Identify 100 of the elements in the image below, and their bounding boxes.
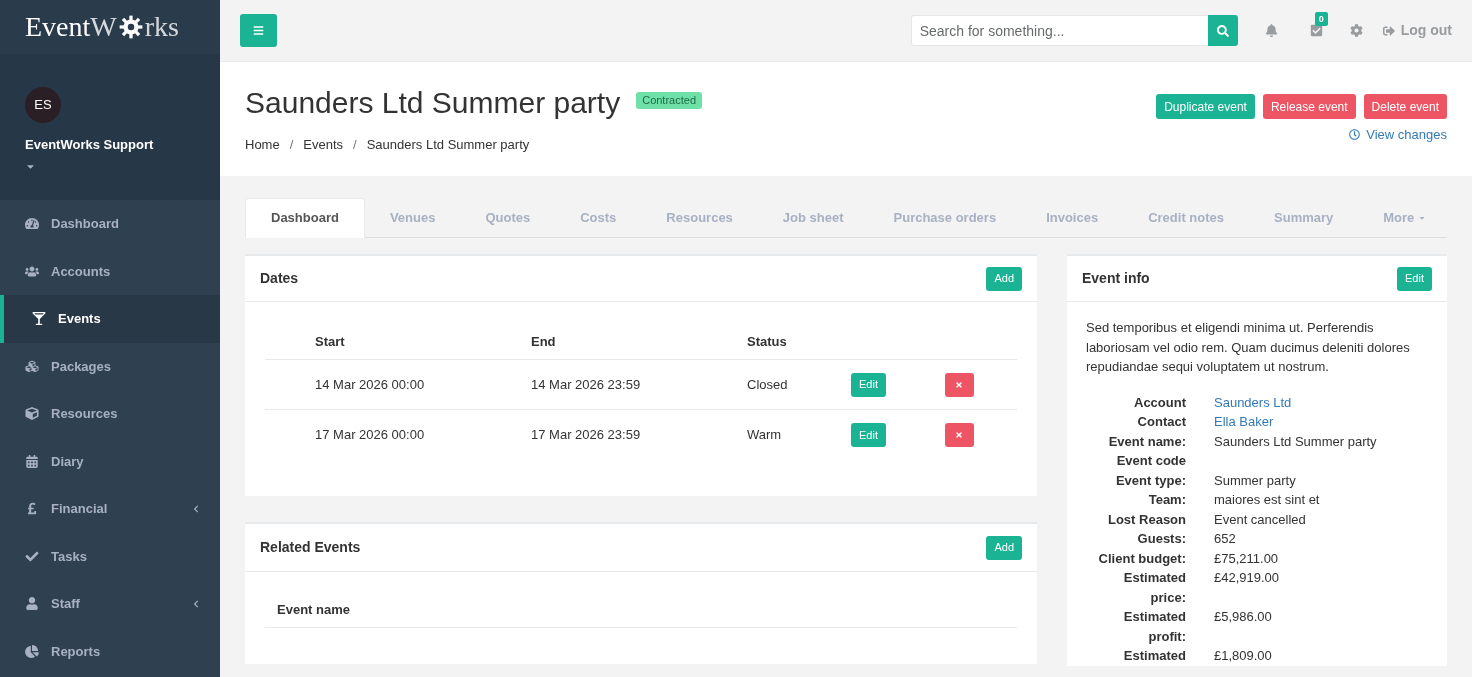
cube-icon xyxy=(25,407,39,421)
table-cell-text: 17 Mar 2026 00:00 xyxy=(315,426,426,445)
sidebar-item[interactable]: Diary xyxy=(0,437,220,485)
field-value: £75,211.00 xyxy=(1214,549,1280,568)
field-label: Event name: xyxy=(1107,432,1186,451)
status-badge: Contracted xyxy=(636,92,702,109)
panel-title: Event info xyxy=(1082,269,1150,288)
logo: EventW rks xyxy=(25,10,179,44)
tasks-icon[interactable] xyxy=(1309,24,1323,37)
tab[interactable]: Dashboard xyxy=(245,198,365,238)
user-icon xyxy=(25,597,39,611)
bell-icon[interactable] xyxy=(1264,24,1278,37)
table-cell-text: 14 Mar 2026 23:59 xyxy=(531,375,642,394)
field-label: Lost Reason xyxy=(1107,510,1186,529)
tasks-count-badge: 0 xyxy=(1314,12,1328,26)
settings-icon[interactable] xyxy=(1349,24,1363,37)
tab[interactable]: Summary xyxy=(1249,198,1359,237)
field-value: £5,986.00 xyxy=(1214,608,1273,626)
sidebar-item[interactable]: Reports xyxy=(0,627,220,675)
tab[interactable]: Resources xyxy=(641,198,758,237)
panel-title: Dates xyxy=(260,269,299,288)
delete-button[interactable] xyxy=(944,423,974,447)
user-name[interactable]: EventWorks Support xyxy=(25,135,220,155)
page-title: Saunders Ltd Summer party xyxy=(245,85,621,121)
tab[interactable]: Venues xyxy=(364,198,461,237)
tab[interactable]: Job sheet xyxy=(757,198,869,237)
add-button[interactable]: Add xyxy=(986,266,1022,291)
clock-icon xyxy=(1349,129,1361,141)
field-label: Contact xyxy=(1136,413,1186,431)
edit-button[interactable]: Edit xyxy=(851,423,886,447)
sidebar-item[interactable]: Packages xyxy=(0,342,220,390)
tab[interactable]: Costs xyxy=(555,198,642,237)
users-icon xyxy=(25,264,39,278)
sidebar-item[interactable]: Accounts xyxy=(0,247,220,295)
close-icon xyxy=(955,431,964,439)
pound-icon xyxy=(25,502,39,516)
field-label: Estimated xyxy=(1122,647,1186,665)
sidebar-item[interactable]: Financial xyxy=(0,485,220,533)
menu-icon xyxy=(253,25,264,36)
edit-button[interactable]: Edit xyxy=(1397,266,1432,291)
tab[interactable]: Quotes xyxy=(460,198,556,237)
column-header: End xyxy=(531,332,557,351)
chevron-icon xyxy=(192,599,200,608)
field-label: Team: xyxy=(1147,491,1186,509)
event-description: Sed temporibus et eligendi minima ut. Perferendis laboriosam vel odio rem. Quam ducimus deleniti dolores repudiandae sequi voluptatem ut nostrum. xyxy=(1086,319,1411,376)
edit-button[interactable]: Edit xyxy=(851,372,886,397)
logout-link[interactable]: Log out xyxy=(1382,20,1452,41)
view-changes-link[interactable]: View changes xyxy=(1349,125,1447,145)
action-button[interactable]: Delete event xyxy=(1363,94,1447,119)
calendar-icon xyxy=(25,454,39,468)
sidebar-item[interactable]: Events xyxy=(0,295,220,343)
field-label: Account xyxy=(1133,393,1186,412)
logout-icon xyxy=(1382,24,1395,37)
table-cell-text: Closed xyxy=(747,375,789,394)
sidebar-item[interactable]: Dashboard xyxy=(0,200,220,248)
breadcrumb-item[interactable]: Events xyxy=(303,135,344,155)
close-icon xyxy=(955,380,964,389)
delete-button[interactable] xyxy=(944,372,974,397)
field-value: maiores est sint et xyxy=(1214,491,1321,509)
gear-icon xyxy=(117,14,144,40)
field-label: Client budget: xyxy=(1097,549,1186,568)
breadcrumb-item: Saunders Ltd Summer party xyxy=(366,136,530,154)
add-button[interactable]: Add xyxy=(986,535,1022,560)
breadcrumb-item[interactable]: Home xyxy=(245,135,280,155)
sidebar-item[interactable]: Tasks xyxy=(0,532,220,580)
field-value: Saunders Ltd Summer party xyxy=(1214,432,1378,451)
field-value: £1,809.00 xyxy=(1214,647,1273,665)
field-label: Guests: xyxy=(1136,530,1186,548)
menu-button[interactable] xyxy=(240,14,277,47)
avatar: ES xyxy=(25,87,61,123)
tab[interactable]: Credit notes xyxy=(1123,198,1249,237)
tab[interactable]: Purchase orders xyxy=(868,198,1022,237)
table-cell-text: Warm xyxy=(747,426,783,445)
field-label: Estimated profit: xyxy=(1122,608,1186,646)
field-value: £42,919.00 xyxy=(1214,569,1281,587)
sidebar-item[interactable]: Resources xyxy=(0,390,220,438)
chevron-icon xyxy=(192,504,200,513)
sidebar-item[interactable]: Staff xyxy=(0,580,220,628)
field-value: Summer party xyxy=(1214,471,1297,490)
breadcrumb-separator: / xyxy=(353,136,357,154)
field-link[interactable]: Saunders Ltd xyxy=(1214,392,1428,412)
field-link[interactable]: Ella Baker xyxy=(1214,412,1428,432)
action-button[interactable]: Duplicate event xyxy=(1156,94,1255,119)
field-value: Event cancelled xyxy=(1214,510,1307,529)
check-icon xyxy=(25,549,39,563)
panel-title: Related Events xyxy=(260,538,361,557)
column-header: Start xyxy=(315,332,346,351)
action-button[interactable]: Release event xyxy=(1262,94,1356,119)
tab[interactable]: Invoices xyxy=(1021,198,1124,237)
gauge-icon xyxy=(25,217,39,231)
field-label: Estimated price: xyxy=(1122,569,1186,607)
field-label: Event code xyxy=(1115,452,1186,470)
tab[interactable]: More xyxy=(1358,198,1452,237)
glass-icon xyxy=(32,312,46,326)
table-cell-text: 17 Mar 2026 23:59 xyxy=(531,426,642,445)
field-label: Event type: xyxy=(1114,471,1186,490)
field-value: 652 xyxy=(1214,530,1237,548)
search-field[interactable]: Search for something... xyxy=(910,15,1210,46)
breadcrumb-separator: / xyxy=(289,136,294,154)
column-header: Event name xyxy=(277,600,350,619)
